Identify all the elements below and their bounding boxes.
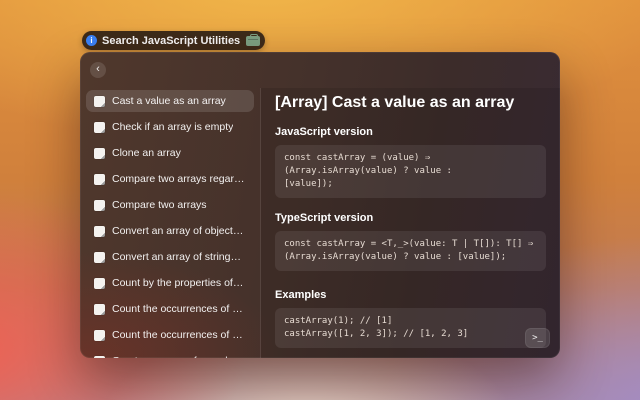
document-icon	[94, 174, 105, 185]
list-item-label: Check if an array is empty	[112, 121, 233, 133]
document-icon	[94, 278, 105, 289]
code-block-examples: castArray(1); // [1] castArray([1, 2, 3]…	[275, 308, 546, 348]
list-item-label: Count the occurrences of array...	[112, 329, 246, 341]
utilities-list: Cast a value as an array Check if an arr…	[80, 88, 260, 358]
code-block-javascript: const castArray = (value) ⇒ (Array.isArr…	[275, 145, 546, 198]
info-icon: i	[86, 35, 97, 46]
list-item-convert-array-of-objects[interactable]: Convert an array of objects to a...	[86, 220, 254, 242]
terminal-action-button[interactable]: >_	[525, 328, 550, 348]
document-icon	[94, 330, 105, 341]
window-body: Cast a value as an array Check if an arr…	[80, 88, 560, 358]
window-header: ‹	[80, 52, 560, 88]
list-item-label: Convert an array of strings to n...	[112, 251, 246, 263]
search-tooltip[interactable]: i Search JavaScript Utilities	[82, 31, 265, 50]
list-item-label: Convert an array of objects to a...	[112, 225, 246, 237]
list-item-cast-a-value-as-an-array[interactable]: Cast a value as an array	[86, 90, 254, 112]
document-icon	[94, 356, 105, 359]
code-block-typescript: const castArray = <T,_>(value: T | T[]):…	[275, 231, 546, 271]
back-button[interactable]: ‹	[90, 62, 106, 78]
list-item-compare-two-arrays[interactable]: Compare two arrays	[86, 194, 254, 216]
list-item-count-by-properties[interactable]: Count by the properties of an a...	[86, 272, 254, 294]
list-item-clone-an-array[interactable]: Clone an array	[86, 142, 254, 164]
list-item-label: Cast a value as an array	[112, 95, 226, 107]
utilities-window: ‹ Cast a value as an array Check if an a…	[80, 52, 560, 358]
section-heading-typescript: TypeScript version	[275, 212, 546, 224]
document-icon	[94, 96, 105, 107]
section-heading-javascript: JavaScript version	[275, 126, 546, 138]
list-item-label: Create an array of cumulative...	[112, 355, 246, 358]
document-icon	[94, 304, 105, 315]
list-item-check-if-an-array-is-empty[interactable]: Check if an array is empty	[86, 116, 254, 138]
detail-pane: [Array] Cast a value as an array JavaScr…	[261, 88, 560, 358]
list-item-create-array-of-cumulative[interactable]: Create an array of cumulative...	[86, 350, 254, 358]
section-heading-examples: Examples	[275, 289, 546, 301]
document-icon	[94, 122, 105, 133]
list-item-label: Compare two arrays regardless...	[112, 173, 246, 185]
list-item-label: Count the occurrences of a val...	[112, 303, 246, 315]
document-icon	[94, 200, 105, 211]
toolbox-icon	[246, 36, 260, 46]
list-item-compare-two-arrays-regardless[interactable]: Compare two arrays regardless...	[86, 168, 254, 190]
search-tooltip-label: Search JavaScript Utilities	[102, 35, 240, 47]
document-icon	[94, 148, 105, 159]
document-icon	[94, 252, 105, 263]
list-item-label: Count by the properties of an a...	[112, 277, 246, 289]
list-item-count-occurrences-of-array[interactable]: Count the occurrences of array...	[86, 324, 254, 346]
list-item-label: Clone an array	[112, 147, 181, 159]
detail-title: [Array] Cast a value as an array	[275, 94, 546, 112]
list-item-convert-array-of-strings[interactable]: Convert an array of strings to n...	[86, 246, 254, 268]
list-item-count-occurrences-of-value[interactable]: Count the occurrences of a val...	[86, 298, 254, 320]
document-icon	[94, 226, 105, 237]
list-item-label: Compare two arrays	[112, 199, 207, 211]
